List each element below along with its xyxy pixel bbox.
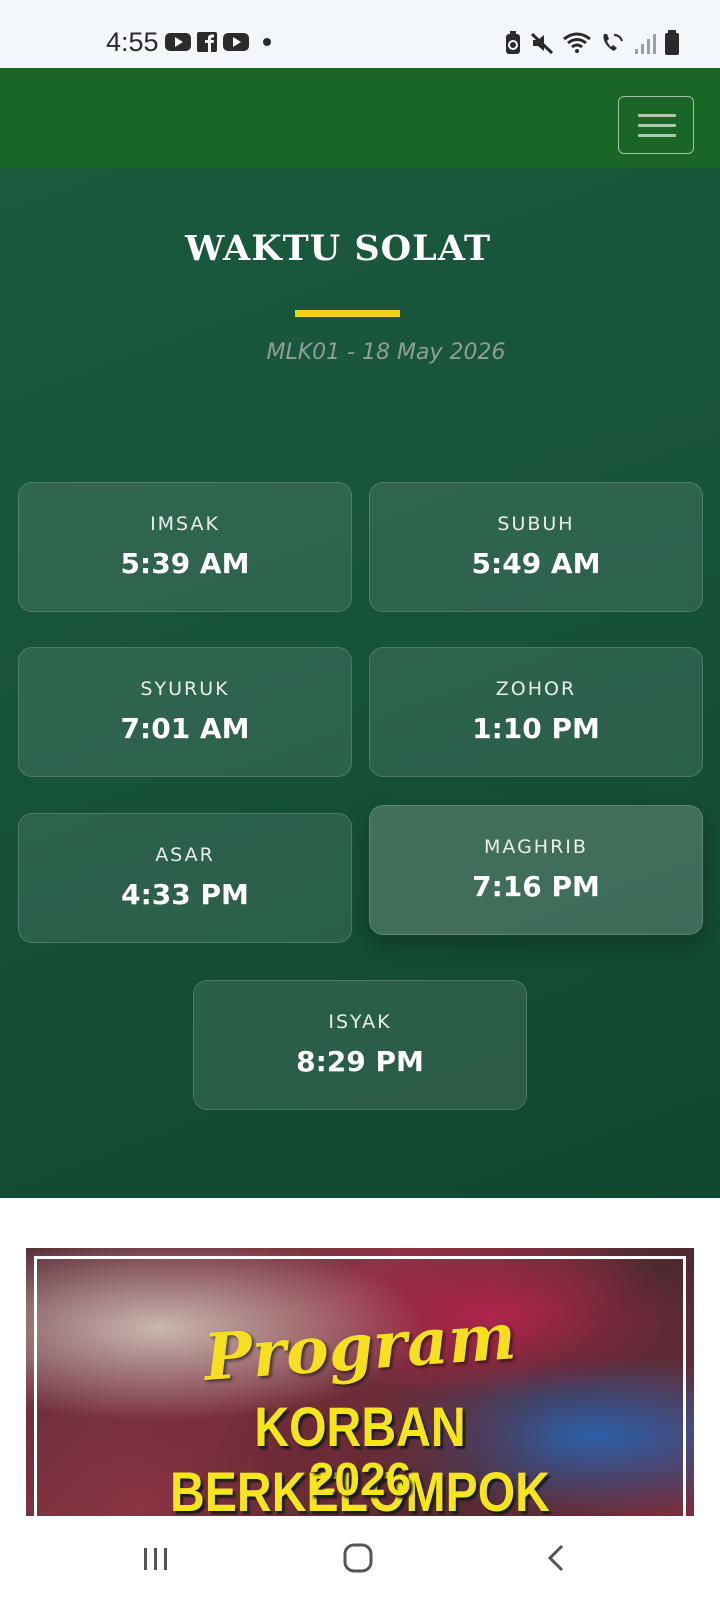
prayer-time: 1:10 PM	[472, 712, 600, 745]
prayer-label: MAGHRIB	[484, 836, 588, 858]
prayer-time: 7:16 PM	[472, 870, 600, 903]
prayer-time: 5:49 AM	[471, 547, 601, 580]
prayer-time: 4:33 PM	[121, 878, 249, 911]
battery-icon	[665, 30, 679, 55]
recents-icon	[144, 1548, 167, 1570]
dot-icon	[263, 38, 271, 46]
notification-icons	[165, 32, 275, 52]
youtube-icon	[223, 33, 249, 51]
system-icons	[504, 30, 680, 56]
wifi-call-icon	[603, 34, 623, 51]
prayer-time: 5:39 AM	[120, 547, 250, 580]
android-navigation-bar	[0, 1516, 720, 1600]
top-navbar	[0, 68, 720, 168]
recents-button[interactable]	[126, 1538, 186, 1578]
prayer-times-section: WAKTU SOLAT MLK01 - 18 May 2026 IMSAK 5:…	[0, 168, 720, 1198]
banner-year: 2026	[308, 1453, 412, 1505]
wifi-icon	[563, 32, 591, 53]
korban-program-banner[interactable]: Program KORBAN BERKELOMPOK 2026	[26, 1248, 694, 1516]
back-icon	[547, 1544, 564, 1572]
prayer-time: 7:01 AM	[120, 712, 250, 745]
prayer-card-isyak: ISYAK 8:29 PM	[193, 980, 527, 1110]
prayer-card-imsak: IMSAK 5:39 AM	[18, 482, 352, 612]
prayer-card-syuruk: SYURUK 7:01 AM	[18, 647, 352, 777]
facebook-icon	[197, 32, 217, 52]
signal-icon	[635, 34, 656, 54]
prayer-card-maghrib-active: MAGHRIB 7:16 PM	[369, 805, 703, 935]
prayer-time: 8:29 PM	[296, 1045, 424, 1078]
menu-toggle-button[interactable]	[618, 96, 694, 154]
title-underline	[295, 310, 400, 317]
prayer-label: SUBUH	[497, 513, 575, 535]
home-icon	[343, 1543, 373, 1573]
prayer-label: SYURUK	[140, 678, 230, 700]
section-title: WAKTU SOLAT	[184, 228, 492, 269]
status-time: 4:55	[106, 27, 159, 57]
location-date: MLK01 - 18 May 2026	[266, 340, 506, 365]
prayer-card-asar: ASAR 4:33 PM	[18, 813, 352, 943]
prayer-label: ASAR	[155, 844, 215, 866]
prayer-card-zohor: ZOHOR 1:10 PM	[369, 647, 703, 777]
back-button[interactable]	[528, 1538, 588, 1578]
status-bar: 4:55	[0, 0, 720, 68]
prayer-card-subuh: SUBUH 5:49 AM	[369, 482, 703, 612]
home-button[interactable]	[328, 1538, 388, 1578]
prayer-label: IMSAK	[150, 513, 220, 535]
youtube-icon	[165, 33, 191, 51]
prayer-label: ZOHOR	[495, 678, 577, 700]
prayer-label: ISYAK	[328, 1011, 392, 1033]
mute-icon	[530, 32, 554, 55]
battery-saver-icon	[506, 31, 520, 54]
